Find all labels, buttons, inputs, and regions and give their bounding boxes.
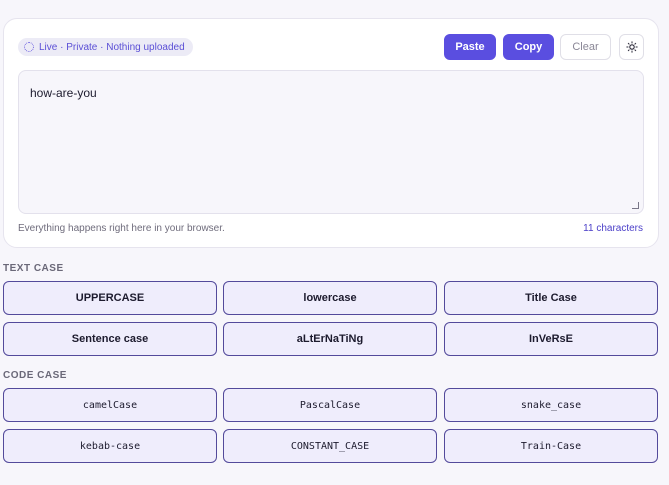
status-badge: Live · Private · Nothing uploaded	[18, 38, 193, 56]
sentence-case-button[interactable]: Sentence case	[3, 322, 217, 356]
constant-case-button[interactable]: CONSTANT_CASE	[223, 429, 437, 463]
code-case-heading: CODE CASE	[3, 370, 67, 381]
status-text: Live · Private · Nothing uploaded	[39, 41, 185, 53]
copy-button[interactable]: Copy	[503, 34, 554, 60]
pascal-case-button[interactable]: PascalCase	[223, 388, 437, 422]
text-input-value: how-are-you	[30, 86, 97, 100]
paste-button[interactable]: Paste	[444, 34, 496, 60]
theme-toggle-button[interactable]	[619, 34, 644, 60]
character-count: 11 characters	[583, 223, 643, 234]
kebab-case-button[interactable]: kebab-case	[3, 429, 217, 463]
clear-button[interactable]: Clear	[560, 34, 611, 60]
title-case-button[interactable]: Title Case	[444, 281, 658, 315]
lowercase-button[interactable]: lowercase	[223, 281, 437, 315]
inverse-case-button[interactable]: InVeRsE	[444, 322, 658, 356]
sun-icon	[625, 41, 638, 53]
text-input[interactable]: how-are-you	[18, 70, 644, 214]
camel-case-button[interactable]: camelCase	[3, 388, 217, 422]
text-case-heading: TEXT CASE	[3, 263, 64, 274]
snake-case-button[interactable]: snake_case	[444, 388, 658, 422]
train-case-button[interactable]: Train-Case	[444, 429, 658, 463]
resize-handle[interactable]	[632, 202, 639, 209]
spinner-icon	[24, 42, 34, 52]
editor-card: Live · Private · Nothing uploaded Paste …	[3, 18, 659, 248]
uppercase-button[interactable]: UPPERCASE	[3, 281, 217, 315]
helper-text: Everything happens right here in your br…	[18, 223, 225, 234]
alternating-case-button[interactable]: aLtErNaTiNg	[223, 322, 437, 356]
